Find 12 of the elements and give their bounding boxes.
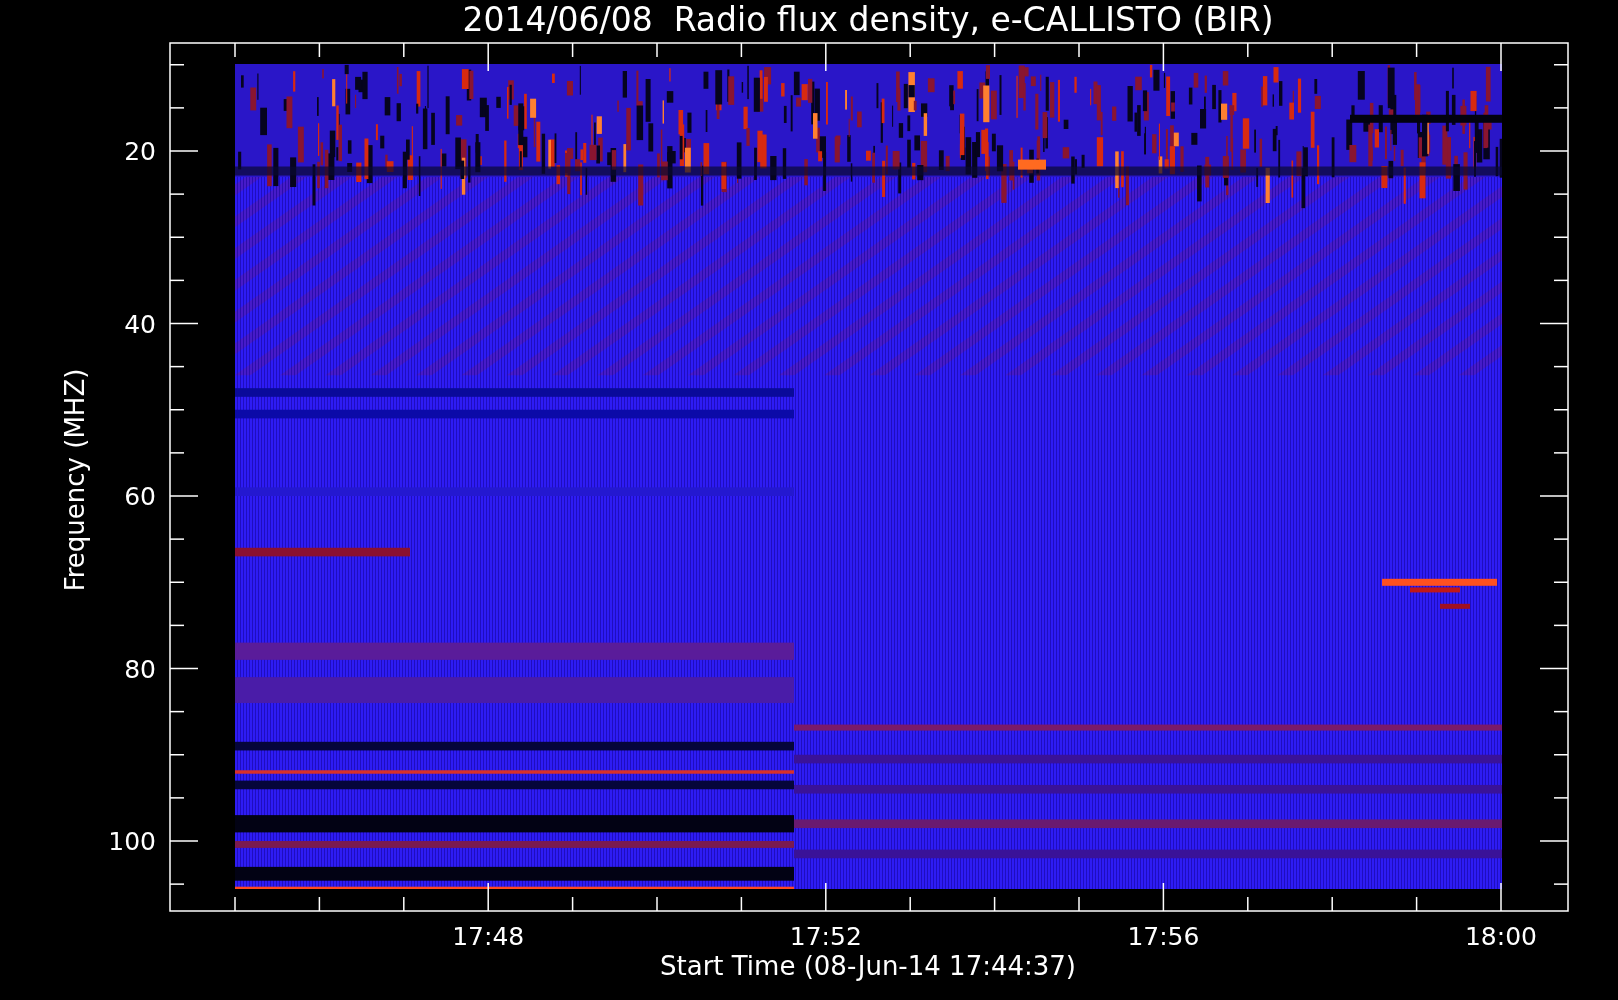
axis-tick-label: 100	[108, 827, 156, 856]
axis-tick-label: 20	[124, 137, 156, 166]
axis-tick-label: 80	[124, 654, 156, 684]
axis-tick-label: 17:56	[1127, 922, 1200, 951]
axis-title: Start Time (08-Jun-14 17:44:37)	[660, 951, 1076, 981]
axis-tick-label: 60	[124, 482, 156, 511]
axis-tick-label: 17:48	[452, 922, 525, 951]
axis-title: Frequency (MHZ)	[60, 368, 90, 592]
axis-tick-label: 17:52	[789, 922, 862, 951]
axis-tick-label: 40	[124, 309, 156, 339]
chart-title: 2014/06/08 Radio flux density, e-CALLISTO (BIR)	[462, 0, 1274, 39]
axis-tick-label: 18:00	[1465, 922, 1537, 951]
